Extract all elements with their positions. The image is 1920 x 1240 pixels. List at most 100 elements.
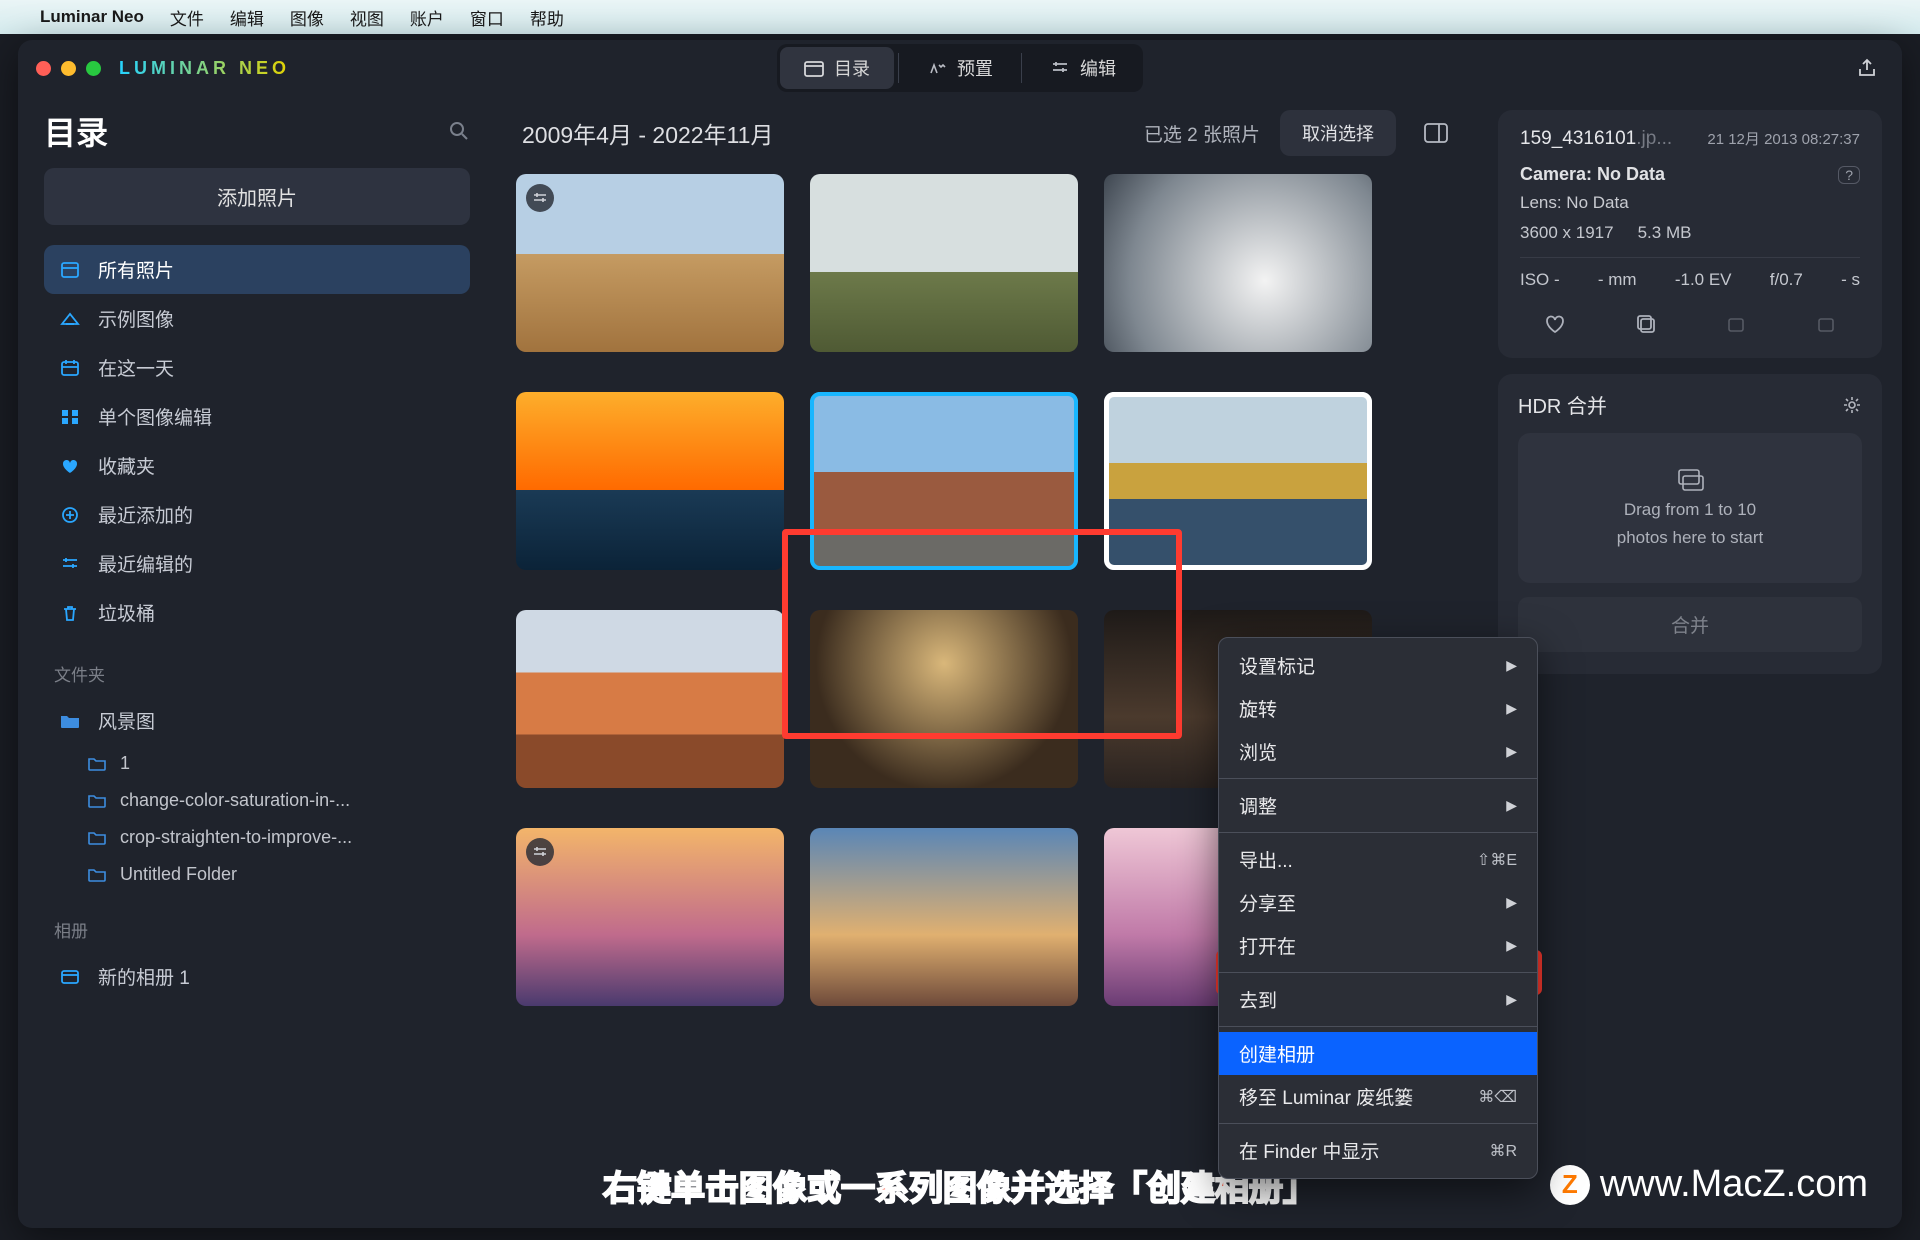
tab-catalog-label: 目录: [834, 55, 870, 81]
date-range: 2009年4月 - 2022年11月: [522, 116, 773, 150]
sidebar-item-0[interactable]: 所有照片: [44, 245, 470, 294]
ctx-item-15[interactable]: 在 Finder 中显示⌘R: [1219, 1129, 1537, 1172]
metadata-card: 159_4316101.jp... 21 12月 2013 08:27:37 C…: [1498, 110, 1882, 358]
tab-catalog[interactable]: 目录: [780, 47, 894, 89]
menubar-appname[interactable]: Luminar Neo: [40, 7, 144, 27]
hdr-drop-zone[interactable]: Drag from 1 to 10 photos here to start: [1518, 433, 1862, 583]
ctx-item-0[interactable]: 设置标记▶: [1219, 644, 1537, 687]
camera-label: Camera: No Data: [1520, 164, 1665, 185]
close-window-button[interactable]: [36, 61, 51, 76]
watermark-badge: Z: [1550, 1165, 1590, 1205]
ctx-label: 旋转: [1239, 695, 1277, 722]
thumbnail-5[interactable]: [1104, 392, 1372, 570]
thumbnail-6[interactable]: [516, 610, 784, 788]
folders-section-label: 文件夹: [54, 661, 470, 686]
tab-presets[interactable]: 预置: [903, 47, 1017, 89]
rotate-cw-icon: [1816, 314, 1836, 334]
thumbnail-3[interactable]: [516, 392, 784, 570]
ctx-item-10[interactable]: 去到▶: [1219, 978, 1537, 1021]
ctx-item-7[interactable]: 分享至▶: [1219, 881, 1537, 924]
sidebar-item-3[interactable]: 单个图像编辑: [44, 392, 470, 441]
folder-label: 1: [120, 753, 130, 774]
folder-item-0[interactable]: 1: [44, 745, 470, 782]
ctx-item-13[interactable]: 移至 Luminar 废纸篓⌘⌫: [1219, 1075, 1537, 1118]
folders-root[interactable]: 风景图: [44, 696, 470, 745]
thumbnail-1[interactable]: [810, 174, 1078, 352]
album-item-0[interactable]: 新的相册 1: [44, 952, 470, 1001]
ctx-item-1[interactable]: 旋转▶: [1219, 687, 1537, 730]
help-icon[interactable]: ?: [1838, 166, 1860, 184]
thumbnail-7[interactable]: [810, 610, 1078, 788]
sidebar-item-5[interactable]: 最近添加的: [44, 490, 470, 539]
thumbnail-10[interactable]: [810, 828, 1078, 1006]
tab-edit[interactable]: 编辑: [1026, 47, 1140, 89]
filename-base: 159_4316101: [1520, 128, 1636, 149]
add-photos-button[interactable]: 添加照片: [44, 168, 470, 225]
edited-badge-icon: [526, 838, 554, 866]
folder-item-2[interactable]: crop-straighten-to-improve-...: [44, 819, 470, 856]
favorite-button[interactable]: [1530, 308, 1580, 340]
recent-add-icon: [60, 506, 82, 524]
filesize: 5.3 MB: [1638, 223, 1692, 243]
share-button[interactable]: [1850, 51, 1884, 85]
rotate-ccw-button[interactable]: [1712, 308, 1760, 340]
menu-file[interactable]: 文件: [170, 5, 204, 30]
album-label: 新的相册 1: [98, 963, 190, 990]
gear-icon[interactable]: [1842, 395, 1862, 415]
ctx-item-2[interactable]: 浏览▶: [1219, 730, 1537, 773]
menu-window[interactable]: 窗口: [470, 5, 504, 30]
app-window: LUMINAR NEO 目录 预置 编辑 目录: [18, 40, 1902, 1228]
folder-icon: [88, 794, 106, 808]
tab-presets-label: 预置: [957, 55, 993, 81]
sidebar-item-2[interactable]: 在这一天: [44, 343, 470, 392]
thumbnail-9[interactable]: [516, 828, 784, 1006]
layout-toggle[interactable]: [1416, 113, 1456, 153]
ctx-shortcut: ⌘⌫: [1478, 1087, 1517, 1107]
thumbnail-2[interactable]: [1104, 174, 1372, 352]
sidebar-item-4[interactable]: 收藏夹: [44, 441, 470, 490]
menu-image[interactable]: 图像: [290, 5, 324, 30]
ctx-item-4[interactable]: 调整▶: [1219, 784, 1537, 827]
heart-icon: [60, 457, 82, 475]
menu-help[interactable]: 帮助: [530, 5, 564, 30]
folder-item-3[interactable]: Untitled Folder: [44, 856, 470, 893]
sidebar-item-1[interactable]: 示例图像: [44, 294, 470, 343]
filename-ext: .jp...: [1636, 128, 1672, 149]
sliders-icon: [1050, 59, 1070, 77]
menu-edit[interactable]: 编辑: [230, 5, 264, 30]
album-icon: [60, 969, 82, 985]
folder-label: crop-straighten-to-improve-...: [120, 827, 352, 848]
watermark: Z www.MacZ.com: [1550, 1163, 1868, 1206]
ctx-item-8[interactable]: 打开在▶: [1219, 924, 1537, 967]
minimize-window-button[interactable]: [61, 61, 76, 76]
deselect-button[interactable]: 取消选择: [1280, 110, 1396, 156]
ctx-label: 浏览: [1239, 738, 1277, 765]
rotate-cw-button[interactable]: [1802, 308, 1850, 340]
hdr-title: HDR 合并: [1518, 390, 1607, 419]
hdr-merge-button[interactable]: 合并: [1518, 597, 1862, 652]
folder-icon: [88, 868, 106, 882]
zoom-window-button[interactable]: [86, 61, 101, 76]
filename: 159_4316101.jp...: [1520, 128, 1672, 150]
hdr-merge-card: HDR 合并 Drag from 1 to 10 photos here to …: [1498, 374, 1882, 674]
ctx-item-12[interactable]: 创建相册: [1219, 1032, 1537, 1075]
chevron-right-icon: ▶: [1506, 937, 1517, 954]
ctx-label: 在 Finder 中显示: [1239, 1137, 1379, 1164]
thumbnail-0[interactable]: [516, 174, 784, 352]
menu-view[interactable]: 视图: [350, 5, 384, 30]
macos-menubar: Luminar Neo 文件 编辑 图像 视图 账户 窗口 帮助: [0, 0, 1920, 34]
window-controls: [36, 61, 101, 76]
calendar-icon: [60, 359, 82, 377]
thumbnail-4[interactable]: [810, 392, 1078, 570]
folder-item-1[interactable]: change-color-saturation-in-...: [44, 782, 470, 819]
chevron-right-icon: ▶: [1506, 657, 1517, 674]
search-icon[interactable]: [448, 120, 470, 142]
file-datetime: 21 12月 2013 08:27:37: [1707, 128, 1860, 149]
sidebar-item-7[interactable]: 垃圾桶: [44, 588, 470, 637]
sidebar-item-6[interactable]: 最近编辑的: [44, 539, 470, 588]
watermark-text: www.MacZ.com: [1600, 1163, 1868, 1206]
ctx-item-6[interactable]: 导出...⇧⌘E: [1219, 838, 1537, 881]
ctx-label: 分享至: [1239, 889, 1296, 916]
menu-account[interactable]: 账户: [410, 5, 444, 30]
copy-button[interactable]: [1622, 308, 1670, 340]
